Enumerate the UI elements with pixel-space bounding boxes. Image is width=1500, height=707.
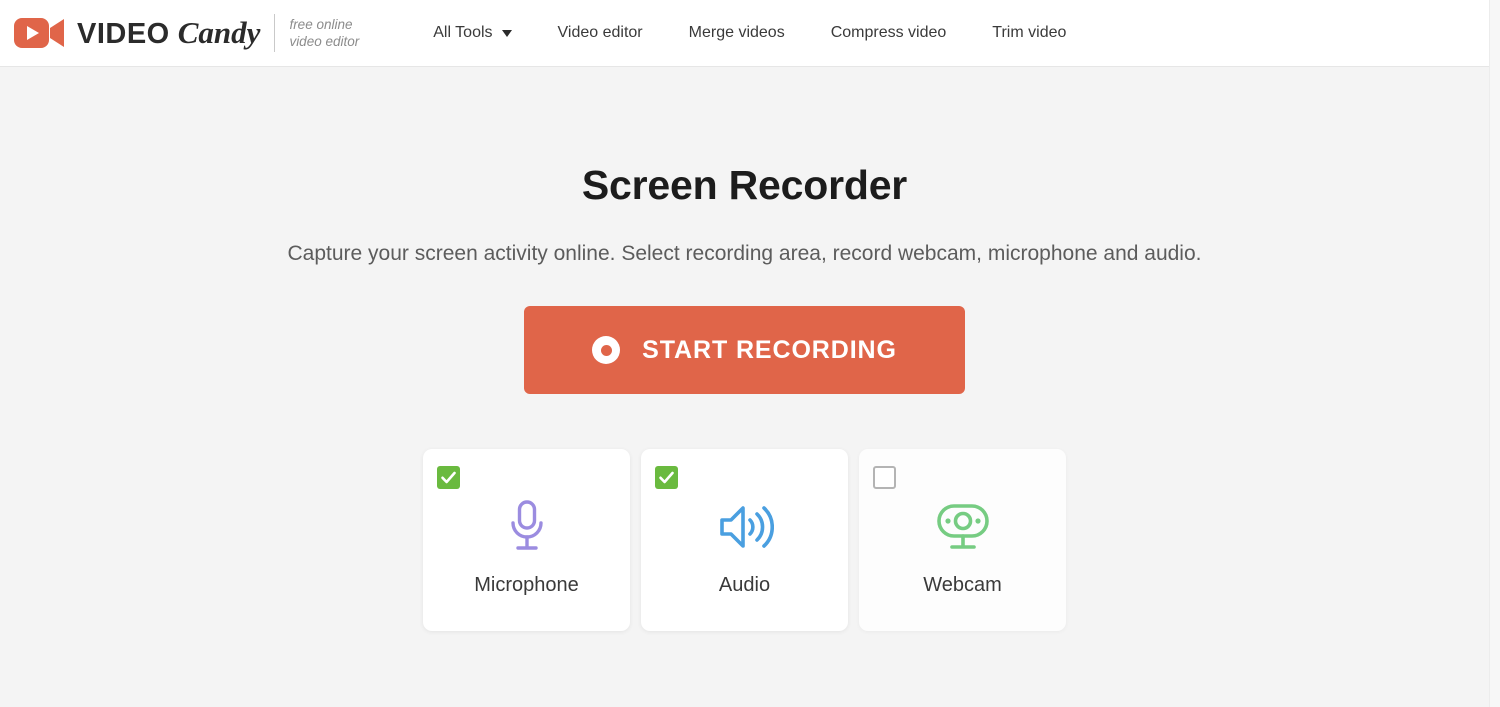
microphone-icon: [502, 498, 552, 556]
brand-logo[interactable]: VIDEO Candy free online video editor: [14, 14, 359, 52]
brand-tagline: free online video editor: [289, 16, 359, 50]
audio-checkbox[interactable]: [655, 466, 678, 489]
speaker-volume-icon: [716, 498, 774, 556]
nav-label: Video editor: [557, 24, 643, 41]
tagline-line-1: free online: [289, 17, 353, 32]
nav-label: Merge videos: [688, 24, 785, 41]
nav-item-compress-video[interactable]: Compress video: [808, 16, 970, 50]
webcam-checkbox[interactable]: [873, 466, 896, 489]
nav-item-all-tools[interactable]: All Tools: [410, 16, 534, 50]
page-subtitle: Capture your screen activity online. Sel…: [287, 242, 1202, 265]
option-card-webcam[interactable]: Webcam: [859, 449, 1066, 631]
nav-item-trim-video[interactable]: Trim video: [969, 16, 1089, 50]
record-circle-icon: [592, 336, 621, 364]
video-camera-icon: [14, 18, 64, 48]
microphone-checkbox[interactable]: [437, 466, 460, 489]
start-recording-button[interactable]: START RECORDING: [524, 306, 965, 394]
brand-secondary-text: Candy: [177, 15, 261, 50]
nav-label: Compress video: [830, 24, 947, 41]
page-scrollbar[interactable]: [1489, 0, 1500, 707]
main-content: Screen Recorder Capture your screen acti…: [0, 67, 1489, 707]
option-label: Webcam: [923, 574, 1002, 596]
nav-item-video-editor[interactable]: Video editor: [535, 16, 666, 50]
start-recording-label: START RECORDING: [642, 335, 897, 364]
main-navigation: All Tools Video editor Merge videos Comp…: [410, 16, 1089, 50]
option-card-audio[interactable]: Audio: [641, 449, 848, 631]
option-card-microphone[interactable]: Microphone: [423, 449, 630, 631]
nav-label: All Tools: [433, 24, 493, 41]
brand-wordmark: VIDEO Candy: [77, 15, 260, 51]
nav-label: Trim video: [992, 24, 1067, 41]
tagline-line-2: video editor: [289, 34, 360, 49]
brand-divider: [274, 14, 276, 52]
page-title: Screen Recorder: [581, 162, 908, 208]
recording-options: Microphone Audio Webcam: [423, 449, 1066, 631]
chevron-down-icon: [501, 29, 512, 37]
option-label: Audio: [718, 574, 771, 596]
brand-primary-text: VIDEO: [77, 18, 170, 50]
site-header: VIDEO Candy free online video editor All…: [0, 0, 1489, 67]
option-label: Microphone: [474, 574, 579, 596]
webcam-icon: [933, 498, 993, 556]
nav-item-merge-videos[interactable]: Merge videos: [666, 16, 808, 50]
